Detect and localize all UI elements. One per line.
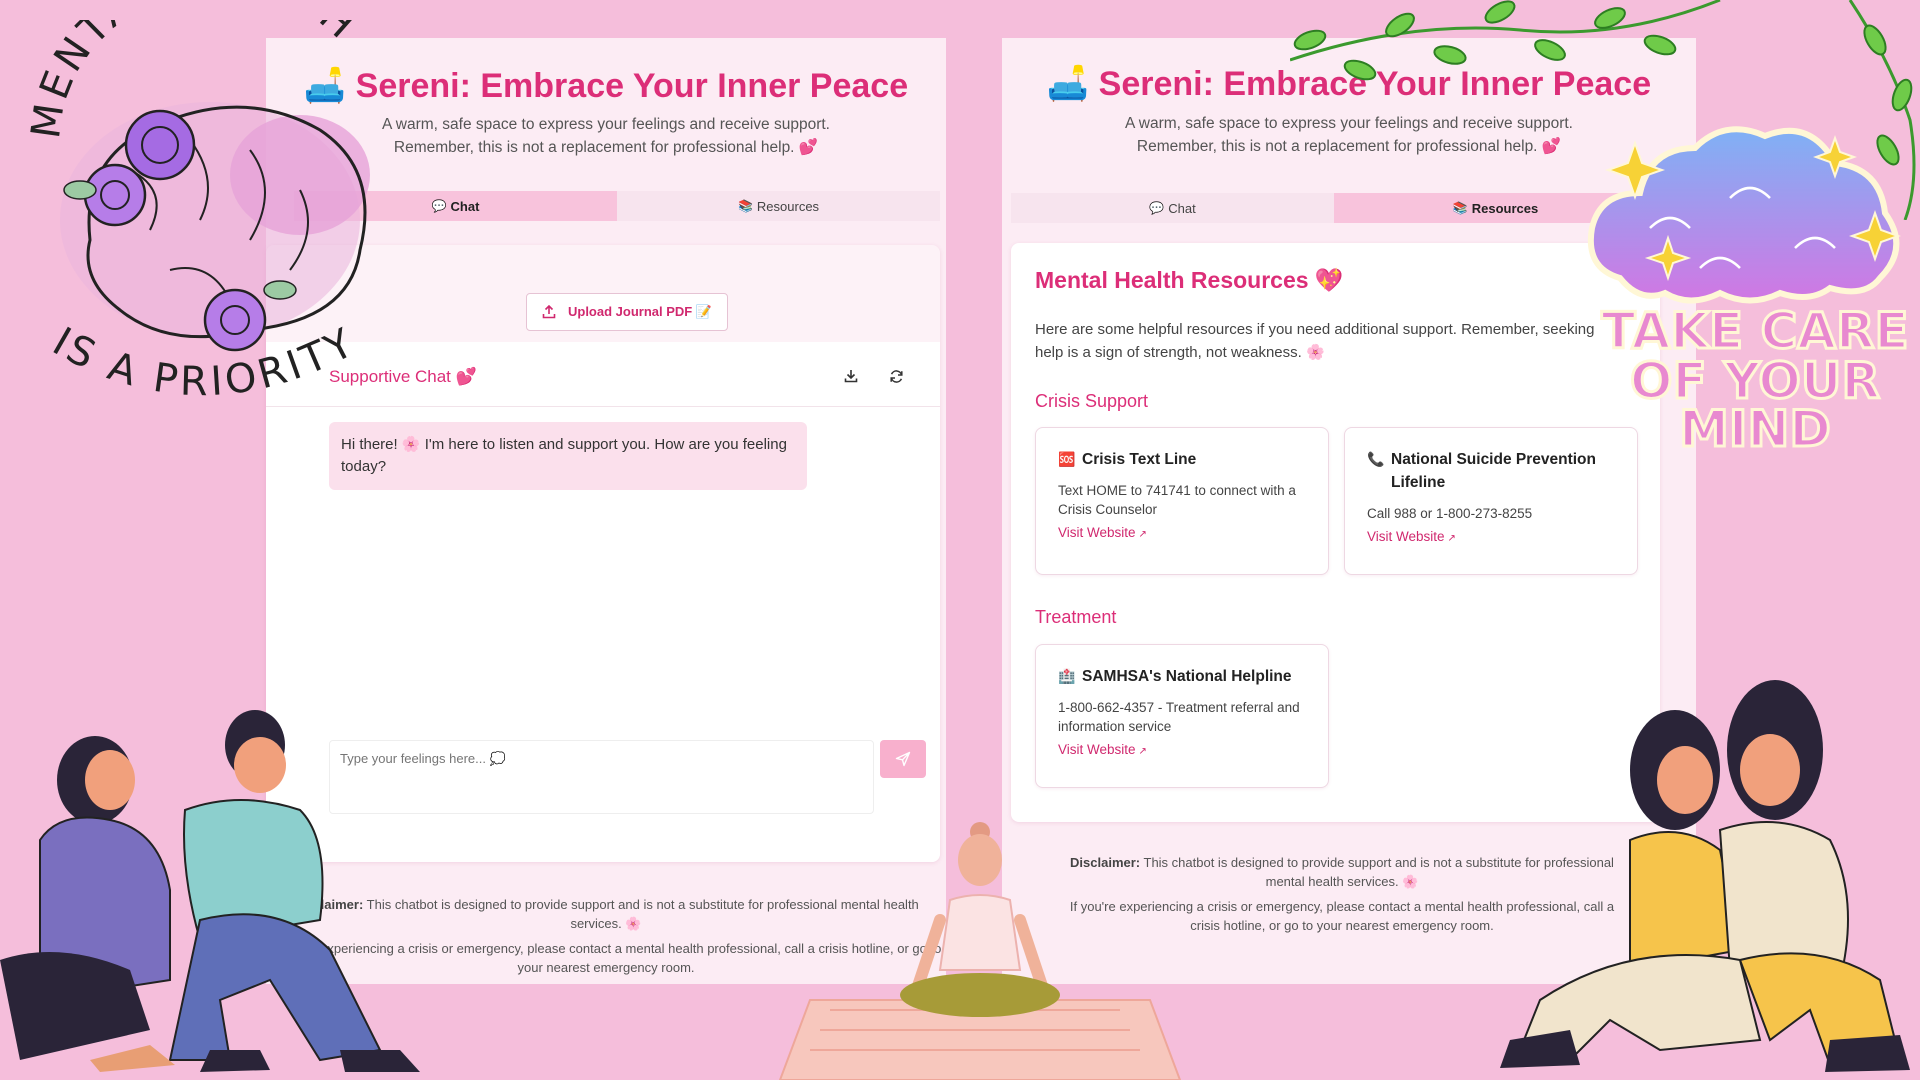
supporting-friends-illustration-left: [0, 710, 420, 1072]
upload-journal-label: Upload Journal PDF 📝: [567, 304, 713, 319]
resource-description: 1-800-662-4357 - Treatment referral and …: [1058, 700, 1300, 734]
external-link-icon: ↗: [1138, 529, 1147, 540]
external-link-icon: ↗: [1138, 746, 1147, 757]
brain-illustration: [60, 102, 370, 352]
couch-icon: 🛋️: [1046, 65, 1090, 103]
section-treatment: Treatment: [1035, 607, 1117, 627]
visit-website-label: Visit Website: [1058, 742, 1136, 757]
resource-description: Call 988 or 1-800-273-8255: [1367, 506, 1533, 521]
meditating-person-illustration: [778, 822, 1182, 1080]
resource-card-crisis-text-line: 🆘 Crisis Text Line Text HOME to 741741 t…: [1035, 427, 1329, 575]
sos-icon: 🆘: [1058, 451, 1076, 467]
refresh-icon: [889, 369, 903, 383]
hospital-icon: 🏥: [1058, 668, 1076, 684]
tab-chat[interactable]: 💬 Chat: [1011, 193, 1334, 223]
take-care-of-your-mind-sticker: TAKE CARE OF YOUR MIND: [1587, 126, 1910, 449]
send-icon: [895, 751, 911, 767]
speech-bubble-icon: 💬: [1149, 201, 1165, 215]
tab-resources-label: Resources: [756, 198, 820, 214]
svg-text:MIND: MIND: [1679, 400, 1831, 448]
app-title-text: Sereni: Embrace Your Inner Peace: [355, 67, 909, 105]
external-link-icon: ↗: [1447, 533, 1456, 544]
visit-website-label: Visit Website: [1367, 529, 1445, 544]
phone-icon: 📞: [1367, 451, 1385, 467]
take-care-text: TAKE CARE OF YOUR MIND: [1600, 301, 1910, 449]
upload-icon: [542, 305, 556, 319]
resource-description: Text HOME to 741741 to connect with a Cr…: [1058, 483, 1296, 517]
supporting-friends-illustration-right: [1500, 680, 1910, 1072]
visit-website-link[interactable]: Visit Website ↗: [1367, 529, 1456, 544]
visit-website-label: Visit Website: [1058, 525, 1136, 540]
resource-title-text: National Suicide Prevention Lifeline: [1391, 451, 1596, 491]
tab-chat-label: Chat: [450, 198, 480, 214]
visit-website-link[interactable]: Visit Website ↗: [1058, 525, 1147, 540]
resource-card-samhsa: 🏥 SAMHSA's National Helpline 1-800-662-4…: [1035, 644, 1329, 788]
resource-title: 🏥 SAMHSA's National Helpline: [1058, 665, 1310, 688]
resource-title-text: SAMHSA's National Helpline: [1082, 668, 1292, 685]
resource-title: 📞 National Suicide Prevention Lifeline: [1367, 448, 1619, 494]
bot-message: Hi there! 🌸 I'm here to listen and suppo…: [329, 422, 807, 490]
resource-title: 🆘 Crisis Text Line: [1058, 448, 1310, 471]
tab-bar: 💬 Chat 📚 Resources: [294, 191, 940, 221]
download-button[interactable]: [839, 364, 863, 388]
section-crisis-support: Crisis Support: [1035, 391, 1149, 411]
resource-card-suicide-lifeline: 📞 National Suicide Prevention Lifeline C…: [1344, 427, 1638, 575]
refresh-button[interactable]: [884, 364, 908, 388]
visit-website-link[interactable]: Visit Website ↗: [1058, 742, 1147, 757]
download-icon: [844, 370, 858, 383]
tab-resources[interactable]: 📚 Resources: [617, 191, 940, 221]
books-icon: 📚: [737, 199, 753, 213]
mental-health-priority-sticker: MENTAL HEALTH IS A PRIORITY: [23, 20, 370, 405]
send-button[interactable]: [880, 740, 926, 778]
speech-bubble-icon: 💬: [431, 199, 447, 213]
tab-chat-label: Chat: [1168, 200, 1196, 216]
resource-title-text: Crisis Text Line: [1082, 451, 1197, 468]
resources-intro: Here are some helpful resources if you n…: [1035, 321, 1595, 361]
upload-journal-button[interactable]: Upload Journal PDF 📝: [526, 293, 728, 331]
resources-title: Mental Health Resources 💖: [1035, 267, 1344, 293]
